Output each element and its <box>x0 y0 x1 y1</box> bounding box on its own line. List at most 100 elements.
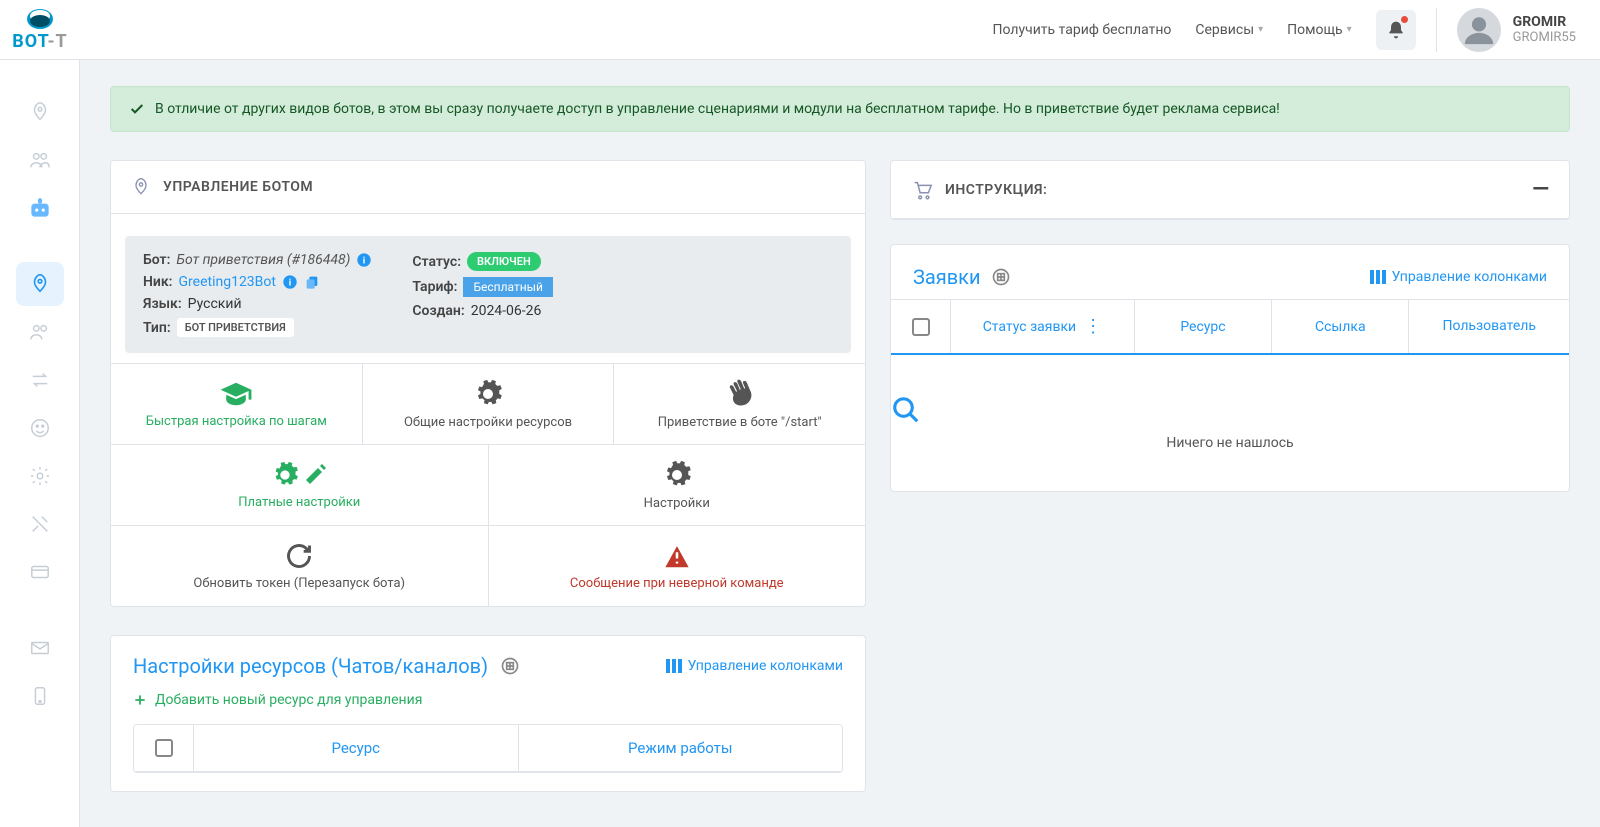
add-resource-button[interactable]: Добавить новый ресурс для управления <box>133 692 843 708</box>
th-link[interactable]: Ссылка <box>1272 300 1409 353</box>
checkbox[interactable] <box>912 318 930 336</box>
check-icon <box>129 101 145 117</box>
gear-pencil-icon <box>271 461 327 489</box>
sidebar-item-users[interactable] <box>16 138 64 182</box>
link-get-tariff[interactable]: Получить тариф бесплатно <box>993 22 1172 38</box>
chevron-down-icon: ▾ <box>1347 24 1352 35</box>
bell-icon <box>1386 20 1406 40</box>
sidebar-item-rocket[interactable] <box>16 90 64 134</box>
value: 2024-06-26 <box>471 303 542 319</box>
search-icon <box>891 395 1569 425</box>
columns-control[interactable]: Управление колонками <box>666 658 843 674</box>
copy-icon[interactable] <box>304 274 320 290</box>
tile-label: Обновить токен (Перезапуск бота) <box>193 576 405 591</box>
resources-panel: Настройки ресурсов (Чатов/каналов) Управ… <box>110 635 866 792</box>
bot-info: Бот:Бот приветствия (#186448)i Ник:Greet… <box>125 236 851 353</box>
avatar <box>1457 8 1501 52</box>
sidebar-item-users-2[interactable] <box>16 310 64 354</box>
tile-general-settings[interactable]: Общие настройки ресурсов <box>363 364 615 444</box>
info-icon[interactable]: i <box>356 252 372 268</box>
sidebar-item-mail[interactable] <box>16 626 64 670</box>
tile-paid-settings[interactable]: Платные настройки <box>111 445 489 525</box>
label: Тип: <box>143 320 171 336</box>
sidebar-item-gear[interactable] <box>16 454 64 498</box>
tile-label: Настройки <box>644 496 710 511</box>
minimize-button[interactable]: — <box>1532 177 1549 202</box>
tariff-badge: Бесплатный <box>463 277 552 297</box>
value: БОТ ПРИВЕТСТВИЯ <box>177 318 294 337</box>
tile-refresh-token[interactable]: Обновить токен (Перезапуск бота) <box>111 526 489 606</box>
th-status[interactable]: Статус заявки⋮ <box>951 300 1135 353</box>
chevron-down-icon: ▾ <box>1258 24 1263 35</box>
columns-icon <box>666 659 682 673</box>
menu-services[interactable]: Сервисы ▾ <box>1195 22 1263 38</box>
notifications-button[interactable] <box>1376 10 1416 50</box>
tile-quick-setup[interactable]: Быстрая настройка по шагам <box>111 364 363 444</box>
label: Бот: <box>143 252 170 268</box>
menu-help[interactable]: Помощь ▾ <box>1287 22 1352 38</box>
label: Ник: <box>143 274 173 290</box>
grid-icon[interactable] <box>500 656 520 676</box>
menu-label: Сервисы <box>1195 22 1254 38</box>
graduation-icon <box>219 380 253 408</box>
th-mode[interactable]: Режим работы <box>519 725 843 771</box>
grid-icon[interactable] <box>991 267 1011 287</box>
sidebar-item-bot[interactable] <box>16 186 64 230</box>
tile-label: Быстрая настройка по шагам <box>146 414 327 429</box>
tile-settings[interactable]: Настройки <box>489 445 866 525</box>
label: Тариф: <box>412 279 457 295</box>
info-icon[interactable]: i <box>282 274 298 290</box>
add-label: Добавить новый ресурс для управления <box>155 692 422 708</box>
gear-icon <box>473 379 503 409</box>
user-menu[interactable]: GROMIR GROMIR55 <box>1457 8 1576 52</box>
resources-table: Ресурс Режим работы <box>133 724 843 773</box>
bot-panel: УПРАВЛЕНИЕ БОТОМ Бот:Бот приветствия (#1… <box>110 160 866 607</box>
th-checkbox <box>891 300 951 353</box>
link-label: Получить тариф бесплатно <box>993 22 1172 38</box>
svg-text:i: i <box>363 255 365 266</box>
th-resource[interactable]: Ресурс <box>194 725 519 771</box>
tile-greeting[interactable]: Приветствие в боте "/start" <box>614 364 865 444</box>
value: Русский <box>188 296 242 312</box>
sidebar-item-smile[interactable] <box>16 406 64 450</box>
sidebar-item-card[interactable] <box>16 550 64 594</box>
tile-invalid-command[interactable]: Сообщение при неверной команде <box>489 526 866 606</box>
columns-label: Управление колонками <box>1392 269 1547 285</box>
bot-nick-link[interactable]: Greeting123Bot <box>179 274 276 290</box>
panel-title: УПРАВЛЕНИЕ БОТОМ <box>163 179 313 195</box>
columns-label: Управление колонками <box>688 658 843 674</box>
info-alert: В отличие от других видов ботов, в этом … <box>110 86 1570 132</box>
sidebar-item-rocket-2[interactable] <box>16 262 64 306</box>
requests-panel: Заявки Управление колонками Статус заявк… <box>890 244 1570 492</box>
sidebar-item-swap[interactable] <box>16 358 64 402</box>
checkbox[interactable] <box>155 739 173 757</box>
hand-wave-icon <box>725 379 755 409</box>
sidebar-item-tools[interactable] <box>16 502 64 546</box>
column-menu-icon[interactable]: ⋮ <box>1084 316 1102 337</box>
tile-label: Сообщение при неверной команде <box>570 576 784 591</box>
panel-title: Заявки <box>913 265 981 289</box>
sidebar-item-mobile[interactable] <box>16 674 64 718</box>
menu-label: Помощь <box>1287 22 1343 38</box>
sidebar <box>0 60 80 827</box>
svg-text:i: i <box>289 277 291 288</box>
tile-label: Приветствие в боте "/start" <box>658 415 822 430</box>
panel-title: ИНСТРУКЦИЯ: <box>945 182 1047 198</box>
empty-state: Ничего не нашлось <box>891 355 1569 491</box>
columns-control[interactable]: Управление колонками <box>1370 269 1547 285</box>
tile-grid: Быстрая настройка по шагам Общие настрой… <box>111 363 865 606</box>
th-user[interactable]: Пользователь <box>1409 300 1569 353</box>
gear-icon <box>662 460 692 490</box>
tile-label: Общие настройки ресурсов <box>404 415 572 430</box>
alert-text: В отличие от других видов ботов, в этом … <box>155 101 1280 117</box>
main-content: В отличие от других видов ботов, в этом … <box>80 60 1600 818</box>
notification-dot <box>1401 16 1408 23</box>
status-badge: ВКЛЮЧЕН <box>467 252 541 271</box>
user-handle: GROMIR55 <box>1513 30 1576 45</box>
label: Создан: <box>412 303 464 319</box>
th-resource[interactable]: Ресурс <box>1135 300 1272 353</box>
logo[interactable]: BOT-T <box>0 7 80 52</box>
warning-icon <box>662 542 692 570</box>
refresh-icon <box>285 542 313 570</box>
tile-label: Платные настройки <box>238 495 360 510</box>
